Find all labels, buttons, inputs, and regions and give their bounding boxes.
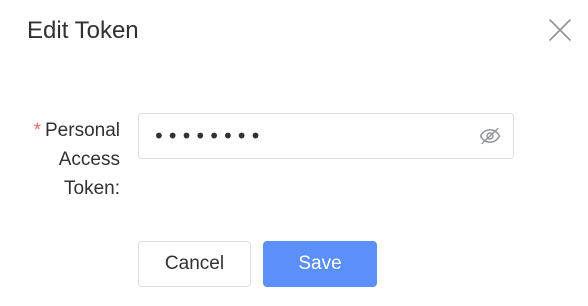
edit-token-dialog: Edit Token * Personal Access Token: Cance… — [0, 0, 588, 306]
token-input-wrapper — [138, 113, 514, 159]
token-label-text: Personal Access Token: — [45, 120, 120, 199]
save-button[interactable]: Save — [263, 241, 377, 287]
token-field-label: * Personal Access Token: — [20, 116, 120, 203]
eye-off-icon — [479, 127, 501, 145]
cancel-button[interactable]: Cancel — [138, 241, 251, 287]
close-button[interactable] — [546, 16, 574, 44]
token-input[interactable] — [139, 114, 469, 158]
required-marker: * — [33, 120, 41, 141]
visibility-toggle[interactable] — [479, 127, 501, 145]
dialog-title: Edit Token — [27, 17, 139, 44]
close-icon — [549, 19, 571, 41]
